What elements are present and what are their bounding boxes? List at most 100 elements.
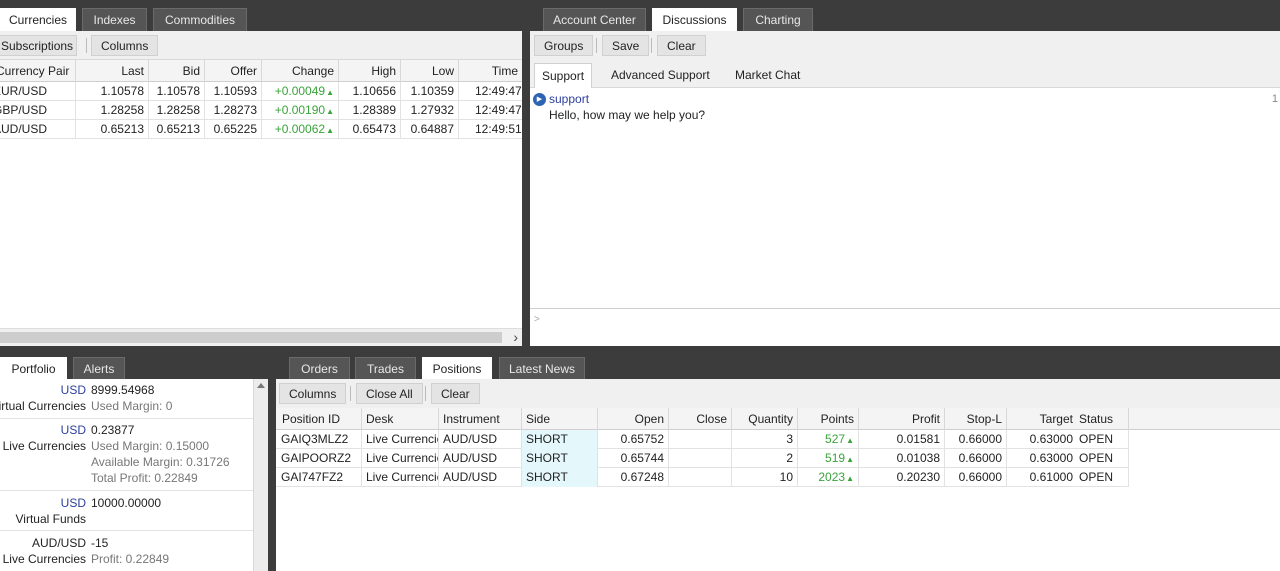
- position-row[interactable]: GAIQ3MLZ2 Live Currencies AUD/USD SHORT …: [276, 430, 1129, 449]
- columns-button[interactable]: Columns: [279, 383, 347, 404]
- points-value: 527: [825, 432, 846, 446]
- subtab-advanced-support[interactable]: Advanced Support: [604, 63, 717, 87]
- tab-portfolio[interactable]: Portfolio: [0, 357, 67, 381]
- chat-messages: ▶ support 1 Hello, how may we help you?: [530, 88, 1280, 309]
- tab-currencies[interactable]: Currencies: [0, 8, 76, 32]
- quotes-header: Currency Pair Last Bid Offer Change High…: [0, 60, 522, 82]
- col-time[interactable]: Time: [459, 60, 522, 82]
- portfolio-tabbar: Portfolio Alerts: [0, 349, 268, 381]
- col-low[interactable]: Low: [401, 60, 459, 82]
- cell-desk: Live Currencies: [362, 468, 439, 487]
- col-desk[interactable]: Desk: [362, 408, 439, 430]
- groups-button[interactable]: Groups: [534, 35, 594, 56]
- tab-account-center[interactable]: Account Center: [543, 8, 646, 31]
- cell-side: SHORT: [522, 449, 598, 468]
- cell-open: 0.65752: [598, 430, 669, 449]
- col-stop-loss[interactable]: Stop-L: [945, 408, 1007, 430]
- portfolio-scrollbar[interactable]: [253, 379, 268, 571]
- cell-open: 0.65744: [598, 449, 669, 468]
- cell-high: 1.10656: [339, 82, 401, 101]
- save-button[interactable]: Save: [602, 35, 650, 56]
- tab-positions[interactable]: Positions: [422, 357, 492, 381]
- portfolio-entry[interactable]: USD 8999.54968 Virtual Currencies Used M…: [0, 379, 253, 419]
- col-points[interactable]: Points: [798, 408, 859, 430]
- cell-high: 0.65473: [339, 120, 401, 139]
- tab-charting[interactable]: Charting: [743, 8, 813, 31]
- col-change[interactable]: Change: [262, 60, 339, 82]
- cell-low: 0.64887: [401, 120, 459, 139]
- up-arrow-icon: ▲: [846, 436, 854, 445]
- entry-currency: AUD/USD: [31, 536, 86, 550]
- close-all-button[interactable]: Close All: [356, 383, 423, 404]
- clear-button[interactable]: Clear: [657, 35, 706, 56]
- entry-label: Live Currencies: [2, 439, 86, 453]
- chat-panel: Account Center Discussions Charting Grou…: [528, 0, 1280, 346]
- tab-discussions[interactable]: Discussions: [652, 8, 737, 32]
- quotes-toolbar: Subscriptions Columns: [0, 31, 522, 60]
- subtab-support[interactable]: Support: [534, 63, 593, 88]
- col-currency-pair[interactable]: Currency Pair: [0, 60, 76, 82]
- scrollbar-thumb[interactable]: [0, 332, 502, 343]
- cell-instrument: AUD/USD: [439, 449, 522, 468]
- col-offer[interactable]: Offer: [205, 60, 262, 82]
- cell-points: 519▲: [798, 449, 859, 468]
- entry-detail: Used Margin: 0.15000: [91, 439, 210, 453]
- position-row[interactable]: GAI747FZ2 Live Currencies AUD/USD SHORT …: [276, 468, 1129, 487]
- portfolio-entry[interactable]: USD 10000.00000 Virtual Funds: [0, 491, 253, 531]
- horizontal-scrollbar[interactable]: ›: [0, 328, 522, 346]
- chat-toolbar: Groups Save Clear: [530, 31, 1280, 60]
- up-arrow-icon: ▲: [326, 88, 334, 97]
- col-instrument[interactable]: Instrument: [439, 408, 522, 430]
- position-row[interactable]: GAIPOORZ2 Live Currencies AUD/USD SHORT …: [276, 449, 1129, 468]
- quotes-tabbar: Currencies Indexes Commodities: [0, 0, 522, 32]
- cell-profit: 0.01581: [859, 430, 945, 449]
- cell-quantity: 10: [732, 468, 798, 487]
- tab-commodities[interactable]: Commodities: [153, 8, 247, 31]
- cell-quantity: 2: [732, 449, 798, 468]
- col-high[interactable]: High: [339, 60, 401, 82]
- entry-amount: 10000.00000: [91, 496, 162, 510]
- col-last[interactable]: Last: [76, 60, 149, 82]
- tab-indexes[interactable]: Indexes: [82, 8, 147, 31]
- subtab-market-chat[interactable]: Market Chat: [728, 63, 807, 87]
- col-profit[interactable]: Profit: [859, 408, 945, 430]
- columns-button[interactable]: Columns: [91, 35, 159, 56]
- cell-desk: Live Currencies: [362, 430, 439, 449]
- cell-instrument: AUD/USD: [439, 430, 522, 449]
- tab-latest-news[interactable]: Latest News: [499, 357, 585, 380]
- col-bid[interactable]: Bid: [149, 60, 205, 82]
- entry-detail: Available Margin: 0.31726: [91, 455, 230, 469]
- tab-alerts[interactable]: Alerts: [73, 357, 125, 380]
- tab-trades[interactable]: Trades: [355, 357, 416, 380]
- chat-input[interactable]: >: [530, 310, 1280, 346]
- portfolio-body: USD 8999.54968 Virtual Currencies Used M…: [0, 379, 268, 571]
- portfolio-entry[interactable]: USD 0.23877 Live Currencies Used Margin:…: [0, 419, 253, 491]
- message-author[interactable]: support: [549, 92, 589, 107]
- col-open[interactable]: Open: [598, 408, 669, 430]
- cell-offer: 1.28273: [205, 101, 262, 120]
- quote-row[interactable]: GBP/USD 1.28258 1.28258 1.28273 +0.00190…: [0, 101, 522, 120]
- scroll-right-icon[interactable]: ›: [513, 329, 518, 346]
- cell-pair: AUD/USD: [0, 120, 76, 139]
- col-position-id[interactable]: Position ID: [276, 408, 362, 430]
- scroll-up-icon[interactable]: [257, 383, 265, 388]
- col-status[interactable]: Status: [1075, 408, 1129, 430]
- col-close[interactable]: Close: [669, 408, 732, 430]
- subscriptions-button[interactable]: Subscriptions: [0, 35, 77, 56]
- clear-button[interactable]: Clear: [431, 383, 480, 404]
- cell-target: 0.61000: [1029, 470, 1073, 484]
- tab-orders[interactable]: Orders: [289, 357, 350, 380]
- cell-points: 2023▲: [798, 468, 859, 487]
- quote-row[interactable]: EUR/USD 1.10578 1.10578 1.10593 +0.00049…: [0, 82, 522, 101]
- entry-label: Live Currencies: [2, 552, 86, 566]
- positions-tabbar: Orders Trades Positions Latest News: [274, 349, 1280, 381]
- col-side[interactable]: Side: [522, 408, 598, 430]
- cell-target: 0.63000: [1029, 432, 1073, 446]
- change-value: +0.00062: [274, 122, 326, 136]
- cell-pair: GBP/USD: [0, 101, 76, 120]
- portfolio-entry[interactable]: AUD/USD -15 Live Currencies Profit: 0.22…: [0, 531, 253, 571]
- quote-row[interactable]: AUD/USD 0.65213 0.65213 0.65225 +0.00062…: [0, 120, 522, 139]
- col-target[interactable]: Target: [1007, 408, 1077, 430]
- cell-profit: 0.01038: [859, 449, 945, 468]
- col-quantity[interactable]: Quantity: [732, 408, 798, 430]
